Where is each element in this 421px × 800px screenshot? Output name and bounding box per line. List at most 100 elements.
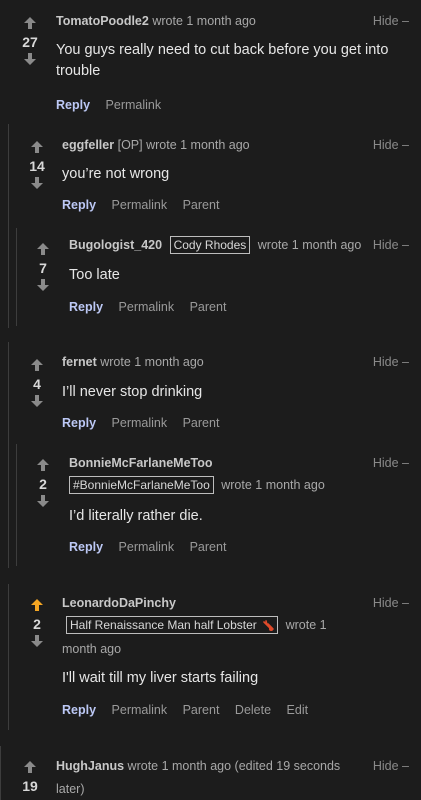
reply-button[interactable]: Reply bbox=[69, 540, 103, 554]
reply-button[interactable]: Reply bbox=[56, 98, 90, 112]
hide-button[interactable]: Hide – bbox=[373, 138, 409, 152]
comment-meta: BonnieMcFarlaneMeToo bbox=[69, 456, 213, 470]
timestamp: wrote 1 month ago bbox=[100, 355, 204, 369]
user-flair: Half Renaissance Man half Lobster bbox=[66, 616, 279, 634]
hide-button[interactable]: Hide – bbox=[373, 759, 409, 773]
timestamp-cont: later) bbox=[56, 782, 85, 796]
comment-meta-line2: Half Renaissance Man half Lobster wrote … bbox=[62, 616, 327, 634]
author-link[interactable]: HughJanus bbox=[56, 759, 124, 773]
comment-fernet: 4 fernet wrote 1 month ago Hide – I’ll n… bbox=[0, 342, 421, 442]
vote-column: 7 bbox=[31, 242, 55, 292]
comment-body: I’ll never stop drinking bbox=[62, 384, 203, 400]
comment-meta: eggfeller [OP] wrote 1 month ago bbox=[62, 138, 250, 152]
upvote-icon-active[interactable] bbox=[30, 598, 44, 612]
comment-tomatopoodle2: 27 TomatoPoodle2 wrote 1 month ago Hide … bbox=[0, 0, 421, 120]
comment-eggfeller: 14 eggfeller [OP] wrote 1 month ago Hide… bbox=[0, 124, 421, 224]
timestamp: wrote 1 month ago bbox=[146, 138, 250, 152]
hide-button[interactable]: Hide – bbox=[373, 355, 409, 369]
score: 4 bbox=[33, 376, 41, 392]
reply-button[interactable]: Reply bbox=[62, 198, 96, 212]
timestamp: wrote 1 month ago bbox=[257, 238, 362, 252]
upvote-icon[interactable] bbox=[36, 242, 50, 256]
edit-link[interactable]: Edit bbox=[287, 703, 309, 717]
comment-actions: Reply Permalink Parent bbox=[62, 198, 231, 212]
score: 7 bbox=[39, 260, 47, 276]
downvote-icon[interactable] bbox=[23, 52, 37, 66]
upvote-icon[interactable] bbox=[30, 358, 44, 372]
reply-button[interactable]: Reply bbox=[62, 703, 96, 717]
permalink-link[interactable]: Permalink bbox=[112, 416, 168, 430]
comment-actions: Reply Permalink Parent bbox=[69, 300, 238, 314]
reply-button[interactable]: Reply bbox=[69, 300, 103, 314]
comment-actions: Reply Permalink Parent bbox=[69, 540, 238, 554]
hide-button[interactable]: Hide – bbox=[373, 14, 409, 28]
vote-column: 27 bbox=[18, 16, 42, 66]
comment-body: I’d literally rather die. bbox=[69, 508, 203, 524]
upvote-icon[interactable] bbox=[30, 140, 44, 154]
delete-link[interactable]: Delete bbox=[235, 703, 271, 717]
downvote-icon[interactable] bbox=[30, 394, 44, 408]
score: 2 bbox=[33, 616, 41, 632]
vote-column: 19 bbox=[18, 760, 42, 796]
lobster-icon bbox=[263, 620, 274, 631]
upvote-icon[interactable] bbox=[36, 458, 50, 472]
permalink-link[interactable]: Permalink bbox=[112, 703, 168, 717]
author-link[interactable]: eggfeller bbox=[62, 138, 114, 152]
author-link[interactable]: LeonardoDaPinchy bbox=[62, 596, 176, 610]
author-link[interactable]: BonnieMcFarlaneMeToo bbox=[69, 456, 213, 470]
upvote-icon[interactable] bbox=[23, 16, 37, 30]
downvote-icon[interactable] bbox=[30, 634, 44, 648]
timestamp-cont: month ago bbox=[62, 642, 122, 656]
comment-body: Too late bbox=[69, 267, 120, 283]
downvote-icon[interactable] bbox=[36, 494, 50, 508]
comment-bugologist: 7 Bugologist_420 Cody Rhodes wrote 1 mon… bbox=[0, 228, 421, 328]
permalink-link[interactable]: Permalink bbox=[119, 540, 175, 554]
vote-column: 2 bbox=[25, 598, 49, 648]
upvote-icon[interactable] bbox=[23, 760, 37, 774]
comment-meta-line2: #BonnieMcFarlaneMeToo wrote 1 month ago bbox=[69, 476, 325, 494]
vote-column: 14 bbox=[25, 140, 49, 190]
comment-hughjanus: 19 HughJanus wrote 1 month ago (edited 1… bbox=[0, 746, 421, 800]
author-link[interactable]: fernet bbox=[62, 355, 97, 369]
parent-link[interactable]: Parent bbox=[190, 540, 227, 554]
permalink-link[interactable]: Permalink bbox=[106, 98, 162, 112]
hide-button[interactable]: Hide – bbox=[373, 238, 409, 252]
downvote-icon[interactable] bbox=[30, 176, 44, 190]
hide-button[interactable]: Hide – bbox=[373, 456, 409, 470]
comment-actions: Reply Permalink bbox=[56, 98, 173, 112]
permalink-link[interactable]: Permalink bbox=[119, 300, 175, 314]
timestamp: wrote 1 month ago bbox=[152, 14, 256, 28]
comment-meta: HughJanus wrote 1 month ago (edited 19 s… bbox=[56, 759, 340, 773]
reply-button[interactable]: Reply bbox=[62, 416, 96, 430]
comment-actions: Reply Permalink Parent Delete Edit bbox=[62, 703, 320, 717]
score: 27 bbox=[22, 34, 38, 50]
parent-link[interactable]: Parent bbox=[183, 703, 220, 717]
parent-link[interactable]: Parent bbox=[183, 198, 220, 212]
downvote-icon[interactable] bbox=[36, 278, 50, 292]
permalink-link[interactable]: Permalink bbox=[112, 198, 168, 212]
comment-meta: TomatoPoodle2 wrote 1 month ago bbox=[56, 14, 256, 28]
score: 19 bbox=[22, 778, 38, 794]
comment-meta-line3: month ago bbox=[62, 642, 121, 656]
user-flair: Cody Rhodes bbox=[169, 236, 251, 254]
comment-bonnie: 2 BonnieMcFarlaneMeToo Hide – #BonnieMcF… bbox=[0, 444, 421, 568]
score: 14 bbox=[29, 158, 45, 174]
author-link[interactable]: TomatoPoodle2 bbox=[56, 14, 149, 28]
comment-meta: LeonardoDaPinchy bbox=[62, 596, 176, 610]
parent-link[interactable]: Parent bbox=[183, 416, 220, 430]
parent-link[interactable]: Parent bbox=[190, 300, 227, 314]
score: 2 bbox=[39, 476, 47, 492]
op-badge: [OP] bbox=[117, 138, 143, 152]
comment-leonardo: 2 LeonardoDaPinchy Hide – Half Renaissan… bbox=[0, 584, 421, 730]
comment-actions: Reply Permalink Parent bbox=[62, 416, 231, 430]
timestamp: wrote 1 month ago (edited 19 seconds bbox=[127, 759, 341, 773]
comment-meta: Bugologist_420 Cody Rhodes wrote 1 month… bbox=[69, 236, 361, 254]
author-link[interactable]: Bugologist_420 bbox=[69, 238, 162, 252]
comment-meta-line2: later) bbox=[56, 782, 84, 796]
comment-body: I'll wait till my liver starts failing bbox=[62, 670, 259, 686]
hide-button[interactable]: Hide – bbox=[373, 596, 409, 610]
comment-meta: fernet wrote 1 month ago bbox=[62, 355, 204, 369]
timestamp: wrote 1 month ago bbox=[221, 478, 325, 492]
user-flair: #BonnieMcFarlaneMeToo bbox=[69, 476, 214, 494]
flair-text: Half Renaissance Man half Lobster bbox=[70, 618, 257, 632]
